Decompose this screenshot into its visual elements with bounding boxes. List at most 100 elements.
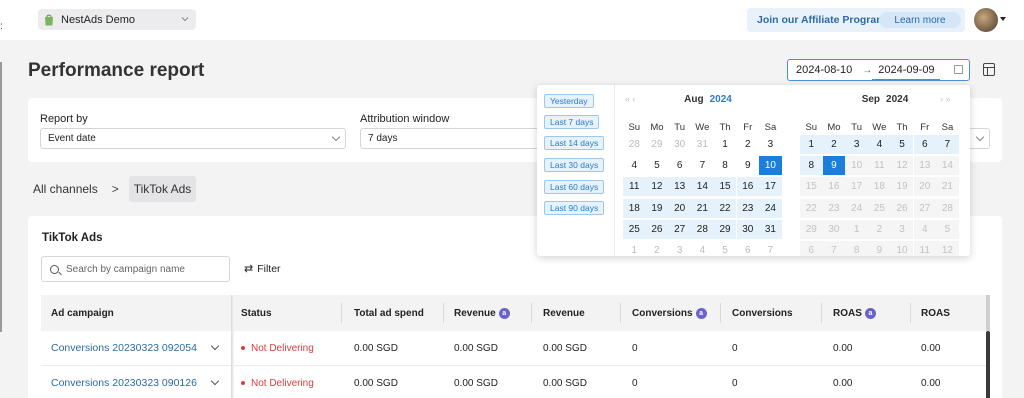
calendar-day[interactable]: 4: [913, 219, 936, 239]
campaign-search[interactable]: [41, 256, 230, 282]
calendar-day[interactable]: 26: [645, 219, 669, 239]
calendar-day[interactable]: 13: [913, 156, 936, 176]
calendar-day[interactable]: 31: [691, 135, 714, 154]
calendar-day[interactable]: 11: [623, 177, 646, 197]
preset-last-14-days[interactable]: Last 14 days: [544, 136, 605, 150]
calendar-day[interactable]: 17: [759, 177, 782, 197]
calendar-day[interactable]: 5: [890, 135, 914, 154]
calendar-day[interactable]: 1: [845, 219, 868, 239]
calendar-day[interactable]: 1: [623, 241, 646, 256]
breadcrumb-tiktok-ads[interactable]: TikTok Ads: [128, 176, 197, 202]
caret-down-icon[interactable]: [1000, 17, 1006, 21]
calendar-day[interactable]: 18: [868, 177, 891, 197]
preset-last-7-days[interactable]: Last 7 days: [544, 115, 600, 129]
calendar-day[interactable]: 31: [759, 219, 782, 239]
col-total-ad-spend[interactable]: Total ad spend: [354, 295, 424, 331]
calendar-day[interactable]: 12: [890, 156, 914, 176]
calendar-day[interactable]: 29: [713, 219, 737, 239]
calendar-day[interactable]: 6: [737, 241, 760, 256]
avatar[interactable]: [974, 8, 998, 32]
calendar-day[interactable]: 25: [868, 198, 891, 218]
calendar-day[interactable]: 5: [646, 156, 669, 175]
extra-filter-select[interactable]: [968, 128, 990, 149]
month-label[interactable]: Aug: [684, 94, 703, 108]
table-scrollbar-thumb[interactable]: [986, 331, 990, 398]
calendar-day[interactable]: 3: [890, 219, 914, 239]
calendar-day[interactable]: 17: [845, 177, 868, 197]
calendar-day[interactable]: 10: [845, 156, 868, 176]
calendar-day[interactable]: 30: [822, 219, 846, 239]
calendar-day[interactable]: 21: [691, 198, 714, 218]
calendar-day[interactable]: 4: [691, 241, 714, 256]
info-icon[interactable]: a: [864, 307, 876, 319]
calendar-day[interactable]: 27: [913, 198, 936, 218]
calendar-day[interactable]: 20: [668, 198, 691, 218]
calendar-day[interactable]: 10: [890, 241, 914, 256]
calendar-day[interactable]: 13: [668, 177, 691, 197]
calendar-day[interactable]: 3: [759, 135, 782, 154]
year-label[interactable]: 2024: [886, 94, 908, 108]
calendar-day[interactable]: 6: [913, 135, 936, 154]
calendar-day[interactable]: 9: [737, 156, 760, 175]
calendar-day[interactable]: 24: [845, 198, 868, 218]
calendar-day[interactable]: 7: [759, 241, 782, 256]
calendar-day[interactable]: 19: [645, 198, 669, 218]
page-scrollbar[interactable]: [0, 62, 2, 332]
calendar-day[interactable]: 29: [800, 219, 823, 239]
calendar-day[interactable]: 1: [800, 135, 823, 154]
preset-yesterday[interactable]: Yesterday: [544, 94, 594, 108]
info-icon[interactable]: a: [498, 307, 510, 319]
calendar-day[interactable]: 4: [623, 156, 646, 175]
col-roas[interactable]: ROAS: [921, 295, 950, 331]
calendar-day[interactable]: 2: [737, 135, 760, 154]
calendar-day[interactable]: 14: [691, 177, 714, 197]
info-icon[interactable]: a: [695, 307, 707, 319]
calendar-day[interactable]: 16: [736, 177, 759, 197]
calendar-day[interactable]: 12: [645, 177, 669, 197]
calendar-day[interactable]: 23: [736, 198, 759, 218]
col-revenue[interactable]: Revenue: [543, 295, 585, 331]
calendar-day[interactable]: 30: [736, 219, 759, 239]
table-row[interactable]: Conversions 20230323 090126 Not Deliveri…: [41, 366, 989, 398]
table-scrollbar-track[interactable]: [986, 295, 990, 331]
preset-last-60-days[interactable]: Last 60 days: [544, 180, 605, 194]
calendar-day[interactable]: 24: [759, 198, 782, 218]
attribution-window-select[interactable]: 7 days: [360, 128, 560, 149]
menu-handle-icon[interactable]: :: [0, 22, 3, 32]
calendar-day[interactable]: 15: [800, 177, 823, 197]
date-end[interactable]: 2024-09-09: [878, 64, 934, 76]
calendar-day[interactable]: 3: [845, 135, 868, 154]
month-label[interactable]: Sep: [862, 94, 880, 108]
campaign-link[interactable]: Conversions 20230323 090126: [51, 377, 197, 389]
calendar-day[interactable]: 2: [646, 241, 669, 256]
calendar-day[interactable]: 12: [936, 241, 959, 256]
store-selector[interactable]: NestAds Demo: [38, 9, 196, 30]
calendar-day[interactable]: 4: [868, 135, 891, 154]
calendar-day[interactable]: 8: [800, 156, 823, 176]
calendar-day[interactable]: 7: [822, 241, 846, 256]
calendar-day[interactable]: 8: [714, 156, 737, 175]
calendar-day[interactable]: 25: [623, 219, 646, 239]
next-month-icon[interactable]: › »: [940, 94, 951, 104]
col-revenue-attributed[interactable]: Revenue a: [454, 295, 510, 331]
calendar-day[interactable]: 26: [890, 198, 914, 218]
campaign-link[interactable]: Conversions 20230323 092054: [51, 342, 197, 354]
calendar-day[interactable]: 29: [646, 135, 669, 154]
calendar-day[interactable]: 5: [936, 219, 959, 239]
calendar-day[interactable]: 20: [913, 177, 936, 197]
calendar-day[interactable]: 28: [936, 198, 959, 218]
calendar-day[interactable]: 2: [822, 135, 846, 154]
calendar-day[interactable]: 9: [868, 241, 891, 256]
report-by-select[interactable]: Event date: [40, 128, 346, 149]
chevron-down-icon[interactable]: [210, 341, 220, 351]
calendar-day[interactable]: 7: [691, 156, 714, 175]
filter-button[interactable]: ⇄ Filter: [244, 262, 281, 276]
search-input[interactable]: [66, 263, 216, 275]
col-roas-attributed[interactable]: ROAS a: [833, 295, 876, 331]
date-range-picker[interactable]: 2024-08-10 → 2024-09-09: [787, 59, 970, 81]
calendar-day[interactable]: 10: [759, 156, 782, 176]
col-conversions-attributed[interactable]: Conversions a: [632, 295, 707, 331]
calendar-day[interactable]: 15: [713, 177, 737, 197]
calendar-day[interactable]: 6: [668, 156, 691, 175]
calendar-day[interactable]: 2: [868, 219, 891, 239]
